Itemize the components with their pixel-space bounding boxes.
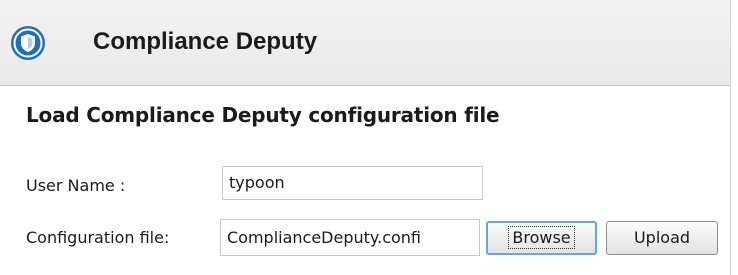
configuration-file-label: Configuration file: xyxy=(26,228,170,247)
user-name-input[interactable]: typoon xyxy=(222,166,483,200)
title-bar: Compliance Deputy xyxy=(0,0,730,86)
shield-icon xyxy=(10,25,46,61)
page-heading: Load Compliance Deputy configuration fil… xyxy=(26,103,500,127)
configuration-file-input[interactable]: ComplianceDeputy.confi xyxy=(220,219,480,256)
browse-button-label: Browse xyxy=(508,226,575,249)
app-window: Compliance Deputy Load Compliance Deputy… xyxy=(0,0,731,275)
upload-button[interactable]: Upload xyxy=(606,221,718,255)
user-name-label: User Name : xyxy=(26,176,126,195)
browse-button[interactable]: Browse xyxy=(486,221,597,255)
app-title: Compliance Deputy xyxy=(93,28,318,55)
